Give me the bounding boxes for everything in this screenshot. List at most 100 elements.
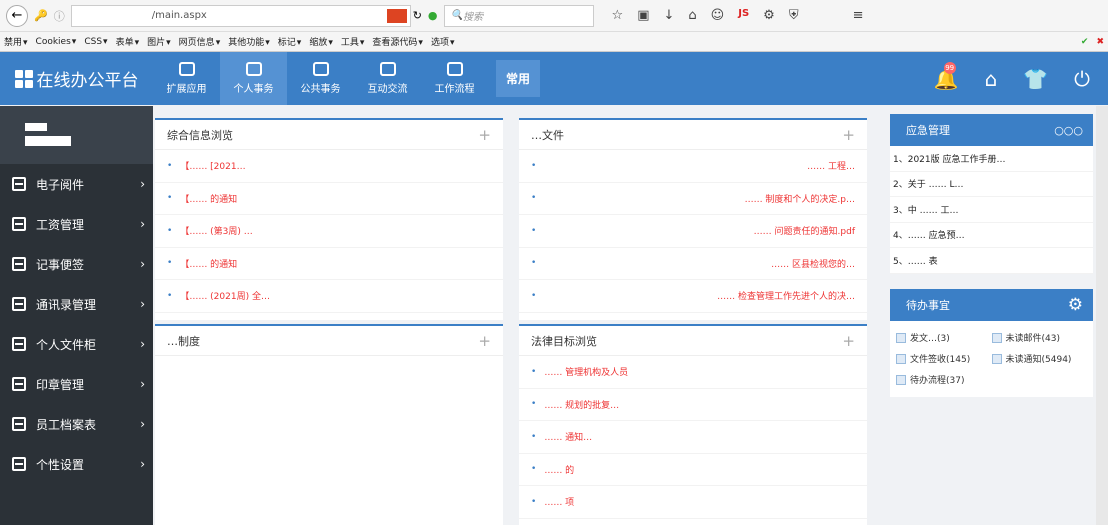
home-icon[interactable]: ⌂ [985, 67, 998, 91]
document-icon [12, 217, 26, 231]
nav-interaction[interactable]: 互动交流 [354, 52, 421, 105]
list-item[interactable]: • 【…… (2021周) 全… [155, 280, 503, 313]
bookmark[interactable]: 禁用 [4, 35, 28, 48]
bookmark[interactable]: 图片 [147, 35, 171, 48]
reload-icon[interactable]: ↻ [413, 9, 422, 22]
list-item[interactable]: 4、…… 应急预… [890, 223, 1093, 248]
panel-files: …文件 + •…… 工程… •…… 制度和个人的决定.p… •…… 问题责任的通知… [519, 118, 867, 320]
box-icon [245, 62, 262, 76]
todo-panel: 待办事宜 ⚙ 发文…(3) 未读邮件(43) 文件签收(145) 未读通知(549… [890, 289, 1093, 397]
plus-icon[interactable]: + [842, 126, 855, 144]
sidebar-item-settings[interactable]: 个性设置 › [0, 444, 153, 484]
sidebar-item-notes[interactable]: 记事便签 › [0, 244, 153, 284]
list-item[interactable]: •…… 检查管理工作先进个人的决… [519, 280, 867, 313]
menu-icon[interactable]: ≡ [853, 8, 864, 23]
list-item[interactable]: •…… 区县检视您的… [519, 248, 867, 280]
list-item[interactable]: •…… 项 [519, 486, 867, 519]
clipboard-icon[interactable]: ▣ [637, 8, 649, 23]
sidebar-item-contacts[interactable]: 通讯录管理 › [0, 284, 153, 324]
url-bar[interactable]: /main.aspx [70, 4, 411, 27]
bookmark[interactable]: 网页信息 [179, 35, 221, 48]
chevron-right-icon: › [140, 417, 145, 431]
todo-item[interactable]: 未读通知(5494) [991, 348, 1088, 369]
search-input[interactable]: 🔍 搜索 [443, 4, 594, 27]
list-item[interactable]: •…… 通知… [519, 421, 867, 454]
chevron-right-icon: › [140, 337, 145, 351]
checkbox-icon [896, 374, 906, 385]
bookmark[interactable]: 选项 [431, 35, 455, 48]
list-item[interactable]: 1、2021版 应急工作手册… [890, 146, 1093, 172]
bookmark[interactable]: 表单 [116, 35, 140, 48]
bookmark[interactable]: 其他功能 [228, 35, 270, 48]
list-item[interactable]: 2、关于 …… L… [890, 172, 1093, 197]
checkbox-icon [991, 353, 1002, 364]
box-icon [312, 62, 329, 76]
extension-icon[interactable]: ● [428, 9, 438, 22]
gear-icon[interactable]: ⚙ [1068, 295, 1083, 315]
star-icon[interactable]: ☆ [612, 8, 624, 23]
sidebar-item-employees[interactable]: 员工档案表 › [0, 404, 153, 444]
list-item[interactable]: 3、中 …… 工… [890, 197, 1093, 223]
checkbox-icon [991, 332, 1002, 343]
nav-extensions[interactable]: 扩展应用 [153, 52, 220, 105]
list-item[interactable]: •…… 的 [519, 454, 867, 486]
nav-workflow[interactable]: 工作流程 [421, 52, 488, 105]
document-icon [12, 337, 26, 351]
list-item[interactable]: • 【…… (第3周) … [155, 215, 503, 248]
shirt-icon[interactable]: 👕 [1023, 67, 1048, 91]
sidebar-item-seals[interactable]: 印章管理 › [0, 364, 153, 404]
bookmark[interactable]: 查看源代码 [372, 35, 423, 48]
todo-item[interactable]: 未读邮件(43) [991, 327, 1088, 348]
common-button[interactable]: 常用 [496, 60, 540, 97]
list-item[interactable]: •…… 规划的批复… [519, 389, 867, 421]
bookmark[interactable]: CSS [84, 37, 107, 47]
scrollbar[interactable] [1096, 106, 1108, 525]
plus-icon[interactable]: + [478, 126, 491, 144]
bookmark[interactable]: 缩放 [309, 35, 333, 48]
info-icon[interactable]: ⓘ [54, 8, 65, 24]
sidebar-item-mail[interactable]: 电子阅件 › [0, 164, 153, 204]
chevron-right-icon: › [140, 377, 145, 391]
sidebar-item-files[interactable]: 个人文件柜 › [0, 324, 153, 364]
todo-item[interactable]: 文件签收(145) [896, 348, 992, 369]
plus-icon[interactable]: + [478, 332, 491, 350]
list-item[interactable]: •…… 制度和个人的决定.p… [519, 183, 867, 215]
chevron-right-icon: › [140, 297, 145, 311]
sidebar-item-salary[interactable]: 工资管理 › [0, 204, 153, 244]
box-icon [446, 62, 463, 76]
list-item[interactable]: • 【…… 的通知 [155, 183, 503, 215]
document-icon [12, 257, 26, 271]
panel-info: 综合信息浏览 + • 【…… [2021… • 【…… 的通知 • 【…… (第3周) … [155, 118, 503, 320]
settings-icon[interactable]: ⚙ [763, 8, 775, 23]
list-item[interactable]: •…… 管理机构及人员 [519, 356, 867, 389]
list-item[interactable]: •…… 工程… [519, 150, 867, 183]
shield-icon[interactable]: ⛨ [789, 8, 799, 23]
list-item[interactable]: •…… 问题责任的通知.pdf [519, 215, 867, 248]
browser-toolbar: ← 🔑 ⓘ /main.aspx ↻ ● 🔍 搜索 ☆ ▣ ↓ ⌂ ☺ JS ⚙ ⛨ ≡ [0, 0, 1108, 32]
logo[interactable]: 在线办公平台 [0, 52, 153, 105]
power-icon[interactable]: ⏻ [1074, 67, 1090, 91]
emergency-panel: 应急管理 ○○○ 1、2021版 应急工作手册… 2、关于 …… L… 3、中 …… [890, 114, 1093, 274]
panel-rules: …制度 + [155, 324, 503, 525]
todo-item[interactable]: 待办流程(37) [896, 369, 992, 390]
checkbox-icon [896, 353, 906, 364]
list-item[interactable]: • 【…… 的通知 [155, 248, 503, 280]
js-icon[interactable]: JS [738, 8, 749, 23]
bookmark[interactable]: 标记 [278, 35, 302, 48]
box-icon [379, 62, 396, 76]
chevron-right-icon: › [140, 217, 145, 231]
list-item[interactable]: • 【…… [2021… [155, 150, 503, 183]
todo-item[interactable]: 发文…(3) [896, 327, 992, 348]
bookmark[interactable]: 工具 [341, 35, 365, 48]
more-icon[interactable]: ○○○ [1054, 124, 1083, 137]
home-icon[interactable]: ⌂ [688, 8, 696, 23]
nav-public[interactable]: 公共事务 [287, 52, 354, 105]
back-button[interactable]: ← [6, 4, 28, 27]
key-icon: 🔑 [34, 9, 48, 22]
smile-icon[interactable]: ☺ [711, 8, 725, 23]
nav-personal[interactable]: 个人事务 [220, 52, 287, 105]
list-item[interactable]: 5、…… 表 [890, 248, 1093, 274]
plus-icon[interactable]: + [842, 332, 855, 350]
bookmark[interactable]: Cookies [36, 37, 77, 47]
download-icon[interactable]: ↓ [663, 8, 674, 23]
